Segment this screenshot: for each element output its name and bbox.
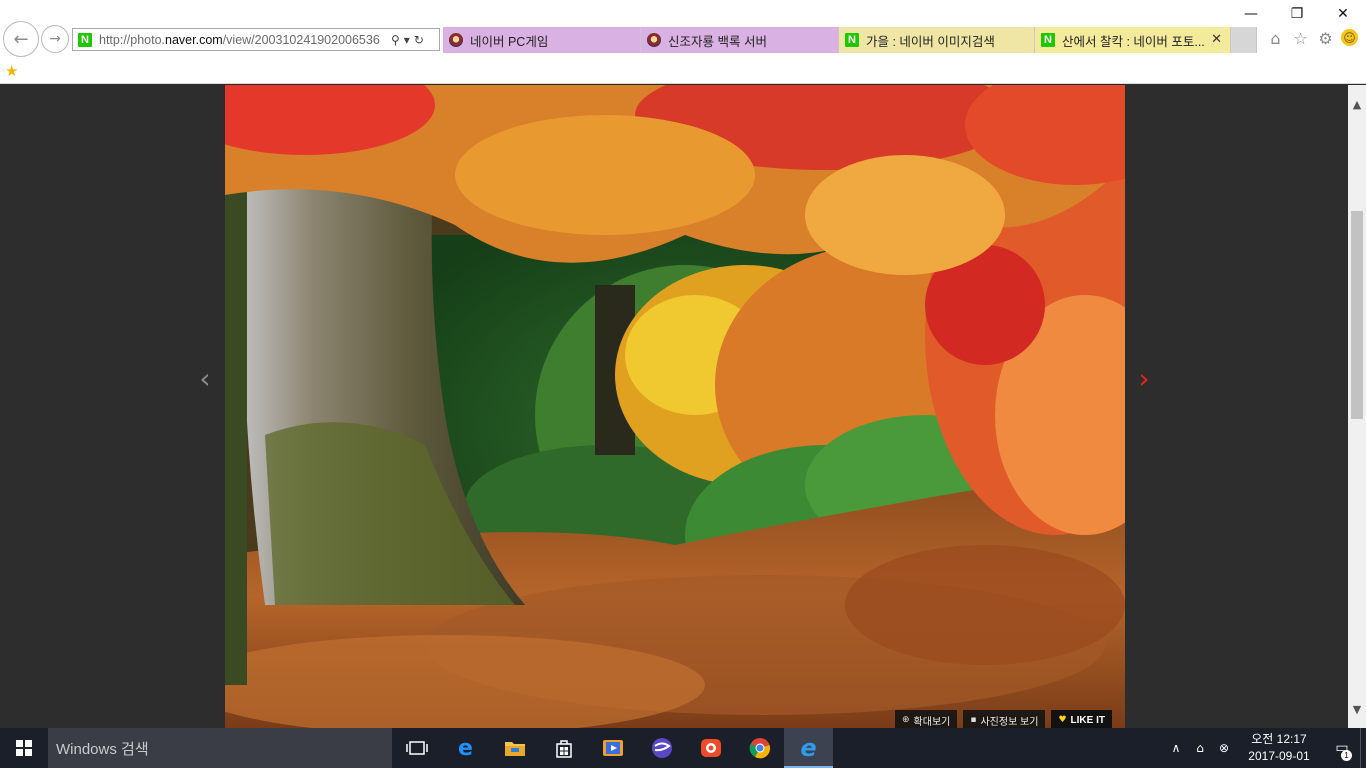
autumn-forest-photo — [225, 85, 1125, 728]
folder-icon — [504, 742, 525, 756]
blue-sphere-app-button[interactable] — [637, 728, 686, 768]
tab-title: 네이버 PC게임 — [470, 34, 549, 49]
windows-logo-icon — [16, 740, 32, 756]
red-camera-app-button[interactable] — [686, 728, 735, 768]
autumn-forest-image — [225, 85, 1125, 728]
media-player-icon — [602, 740, 623, 756]
favorites-star-icon[interactable]: ☆ — [1291, 28, 1310, 48]
info-icon: ▪ — [970, 715, 977, 725]
windows-search-box[interactable]: Windows 검색 — [48, 728, 392, 768]
url-text[interactable]: http://photo.naver.com/view/200310241902… — [99, 33, 387, 47]
minimize-button[interactable]: — — [1228, 0, 1274, 28]
url-path: /view/200310241902006536 — [222, 32, 380, 47]
system-tray: ∧ ⌂ ⊗ 오전 12:17 2017-09-01 ▭ 1 — [1164, 728, 1366, 768]
back-button[interactable]: ← — [3, 21, 39, 57]
next-photo-arrow[interactable]: › — [1132, 361, 1156, 395]
like-it-label: LIKE IT — [1070, 714, 1105, 726]
zoom-view-button[interactable]: ⊕ 확대보기 — [895, 710, 958, 728]
restore-button[interactable]: ❐ — [1274, 0, 1320, 28]
chrome-button[interactable] — [735, 728, 784, 768]
blue-sphere-icon — [651, 738, 672, 758]
internet-explorer-icon: e — [800, 734, 817, 762]
home-icon[interactable]: ⌂ — [1266, 28, 1285, 48]
task-view-button[interactable] — [392, 728, 441, 768]
tab-title: 신조자룡 백록 서버 — [668, 34, 767, 49]
vertical-scrollbar[interactable]: ▲ ▼ — [1348, 85, 1366, 728]
add-to-favorites-bar-icon[interactable]: ★ — [5, 62, 23, 80]
task-view-icon — [405, 741, 428, 755]
new-tab-button[interactable] — [1231, 27, 1257, 53]
browser-chrome: — ❐ ✕ ← → N http://photo.naver.com/view/… — [0, 0, 1366, 84]
windows-taskbar: Windows 검색 e e ∧ ⌂ ⊗ 오전 12:17 2017-09-01… — [0, 728, 1366, 768]
browser-tab[interactable]: N 산에서 찰칵 : 네이버 포토... ✕ — [1035, 27, 1231, 53]
chevron-left-icon: ‹ — [199, 361, 211, 395]
tab-strip: 네이버 PC게임 신조자룡 백록 서버 N 가을 : 네이버 이미지검색 N 산에서 찰칵… — [443, 27, 1257, 53]
naver-favicon: N — [845, 33, 859, 47]
tab-title: 산에서 찰칵 : 네이버 포토... — [1062, 34, 1205, 49]
search-icon[interactable]: ⚲ — [391, 33, 400, 47]
close-window-button[interactable]: ✕ — [1320, 0, 1366, 28]
show-hidden-icons-chevron-icon[interactable]: ∧ — [1164, 741, 1188, 755]
network-icon[interactable]: ⌂ — [1188, 741, 1212, 755]
tab-title: 가을 : 네이버 이미지검색 — [866, 34, 995, 49]
taskbar-clock[interactable]: 오전 12:17 2017-09-01 — [1240, 731, 1318, 765]
chevron-right-icon: › — [1138, 361, 1150, 395]
like-it-button[interactable]: ♥ LIKE IT — [1051, 710, 1112, 728]
edge-button[interactable]: e — [441, 728, 490, 768]
action-center-button[interactable]: ▭ 1 — [1324, 728, 1360, 768]
search-placeholder: Windows 검색 — [56, 740, 149, 758]
address-bar[interactable]: N http://photo.naver.com/view/2003102419… — [72, 28, 440, 51]
forward-arrow-icon: → — [49, 31, 61, 47]
url-prefix: http://photo. — [99, 32, 166, 47]
clock-date: 2017-09-01 — [1248, 749, 1310, 763]
chrome-icon — [749, 738, 770, 759]
photo-viewer-page: ‹ › ⊕ 확대보기 ▪ 사진정보 보기 ♥ LIKE IT — [0, 85, 1348, 728]
clock-time: 오전 12:17 — [1251, 732, 1307, 746]
browser-tab[interactable]: 신조자룡 백록 서버 — [641, 27, 839, 53]
photo-action-buttons: ⊕ 확대보기 ▪ 사진정보 보기 ♥ LIKE IT — [895, 710, 1112, 728]
window-controls: — ❐ ✕ — [1228, 0, 1366, 28]
toolbar-icons: ⌂ ☆ ⚙ ☺ — [1266, 28, 1358, 48]
browser-tab[interactable]: 네이버 PC게임 — [443, 27, 641, 53]
forward-button[interactable]: → — [41, 25, 69, 53]
start-button[interactable] — [0, 728, 48, 768]
edge-icon: e — [458, 735, 473, 761]
game-favicon — [647, 33, 661, 47]
feedback-smiley-icon[interactable]: ☺ — [1341, 29, 1358, 46]
naver-favicon: N — [1041, 33, 1055, 47]
scrollbar-thumb[interactable] — [1351, 211, 1363, 419]
zoom-view-label: 확대보기 — [913, 716, 951, 728]
refresh-icon[interactable]: ↻ — [414, 33, 424, 47]
scroll-down-arrow-icon[interactable]: ▼ — [1348, 700, 1366, 718]
taskbar-apps: e e — [392, 728, 833, 768]
media-player-button[interactable] — [588, 728, 637, 768]
show-desktop-button[interactable] — [1360, 728, 1366, 768]
magnifier-icon: ⊕ — [902, 715, 910, 725]
browser-tab[interactable]: N 가을 : 네이버 이미지검색 — [839, 27, 1035, 53]
close-tab-icon[interactable]: ✕ — [1211, 32, 1222, 47]
url-host: naver.com — [165, 32, 223, 47]
volume-muted-icon[interactable]: ⊗ — [1212, 741, 1236, 755]
store-bag-icon — [555, 740, 572, 758]
photo-info-label: 사진정보 보기 — [980, 716, 1039, 728]
naver-favicon: N — [78, 32, 92, 47]
file-explorer-button[interactable] — [490, 728, 539, 768]
dropdown-arrow-icon[interactable]: ▾ — [404, 33, 410, 47]
game-favicon — [449, 33, 463, 47]
previous-photo-arrow[interactable]: ‹ — [193, 361, 217, 395]
scroll-up-arrow-icon[interactable]: ▲ — [1348, 95, 1366, 113]
notification-count-badge: 1 — [1341, 750, 1352, 761]
store-button[interactable] — [539, 728, 588, 768]
back-arrow-icon: ← — [13, 28, 29, 50]
settings-gear-icon[interactable]: ⚙ — [1316, 28, 1335, 48]
photo-info-button[interactable]: ▪ 사진정보 보기 — [963, 710, 1046, 728]
red-camera-icon — [700, 739, 721, 757]
heart-icon: ♥ — [1058, 715, 1067, 725]
internet-explorer-button[interactable]: e — [784, 728, 833, 768]
